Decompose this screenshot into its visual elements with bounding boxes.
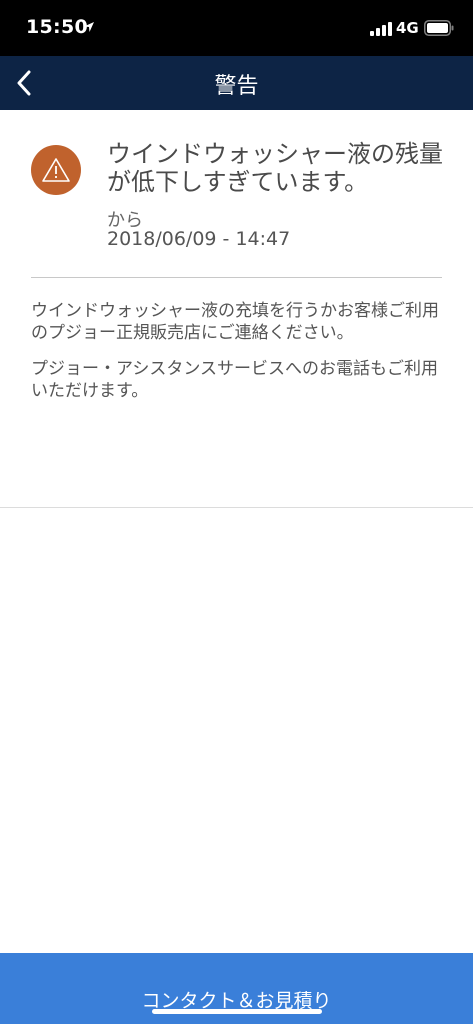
status-time: 15:50	[26, 16, 88, 38]
battery-icon	[424, 20, 454, 36]
home-indicator[interactable]	[152, 1009, 322, 1014]
page-title: 警告	[214, 74, 259, 99]
network-label: 4G	[396, 19, 419, 37]
warning-badge	[31, 145, 81, 195]
alert-title: ウインドウォッシャー液の残量が低下しすぎています。	[107, 140, 443, 196]
message-paragraph: プジョー・アシスタンスサービスへのお電話もご利用いただけます。	[31, 359, 438, 401]
section-divider	[0, 507, 473, 508]
signal-icon	[370, 22, 392, 36]
alert-detail: ウインドウォッシャー液の残量が低下しすぎています。 から 2018/06/09 …	[0, 110, 473, 508]
alert-message: ウインドウォッシャー液の充填を行うかお客様ご利用のプジョー正規販売店にご連絡くだ…	[31, 300, 443, 402]
alert-datetime: 2018/06/09 - 14:47	[107, 228, 291, 250]
divider	[31, 277, 442, 278]
location-arrow-icon	[84, 22, 94, 32]
warning-icon	[42, 158, 70, 182]
nav-bar: 警告	[0, 56, 473, 110]
status-bar: 15:50 4G	[0, 0, 473, 56]
message-paragraph: ウインドウォッシャー液の充填を行うかお客様ご利用のプジョー正規販売店にご連絡くだ…	[31, 301, 439, 343]
